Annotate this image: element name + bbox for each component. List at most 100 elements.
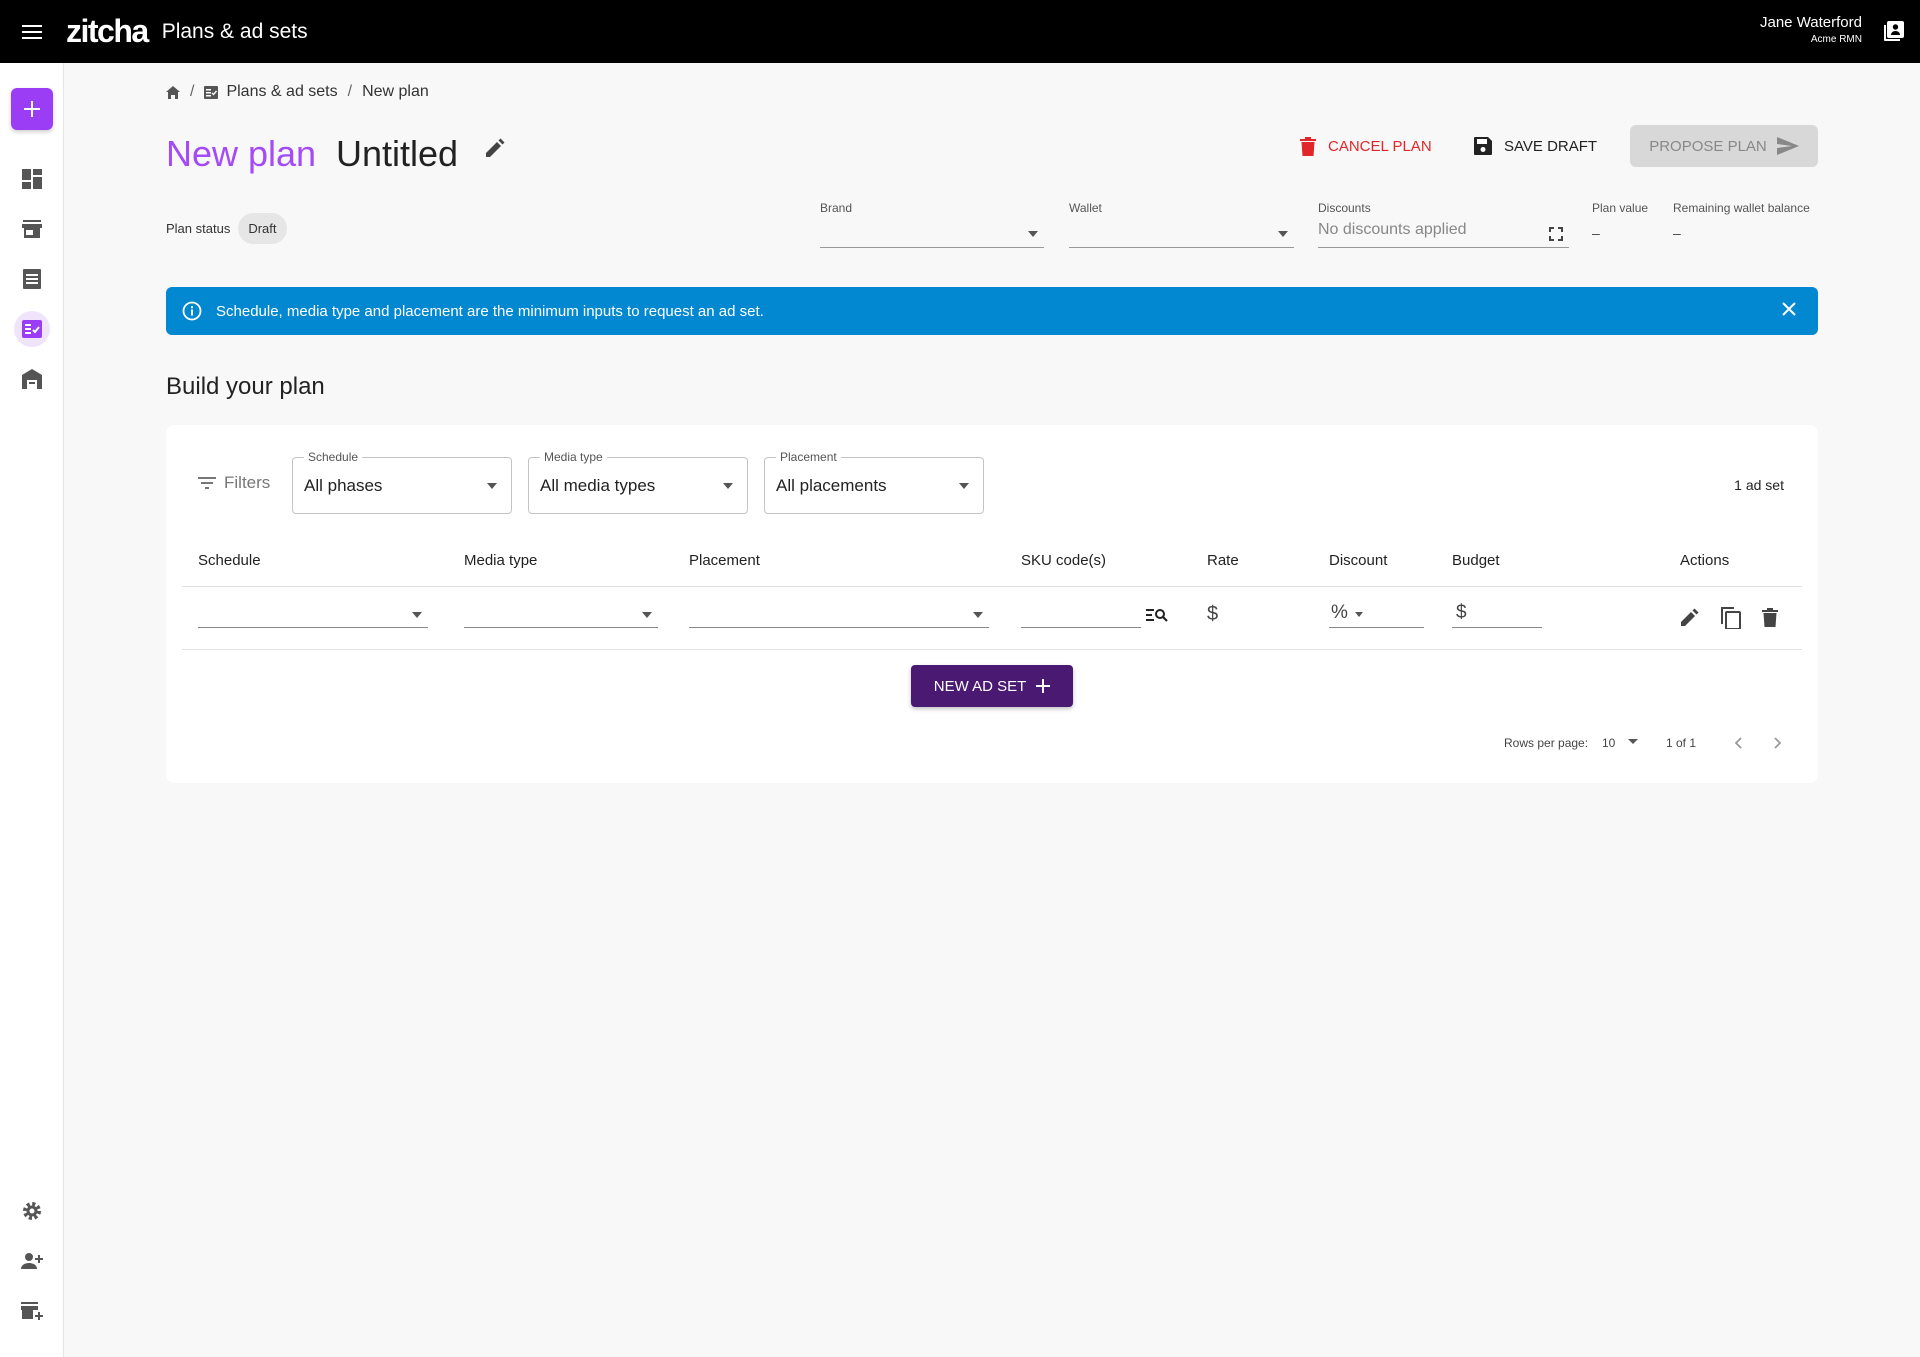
filter-icon	[198, 477, 216, 489]
alert-close-button[interactable]	[1782, 302, 1796, 320]
chevron-down-icon	[959, 483, 969, 489]
trash-icon	[1762, 608, 1778, 627]
cancel-plan-button[interactable]: CANCEL PLAN	[1300, 137, 1432, 156]
prev-page-button[interactable]	[1734, 737, 1742, 749]
user-org: Acme RMN	[1810, 34, 1862, 45]
sidebar-item-plans[interactable]	[14, 311, 50, 347]
chevron-down-icon	[1028, 231, 1038, 237]
budget-input[interactable]: $	[1452, 602, 1542, 628]
app-title: Plans & ad sets	[161, 19, 308, 43]
discount-type-select[interactable]: %	[1329, 602, 1424, 628]
discounts-field: Discounts No discounts applied	[1318, 201, 1569, 248]
placement-select[interactable]	[689, 602, 989, 628]
next-page-button[interactable]	[1774, 737, 1782, 749]
plan-builder-card: Filters Schedule All phases Media type A…	[166, 425, 1818, 783]
column-header-media-type: Media type	[464, 552, 538, 569]
brand-select[interactable]	[820, 221, 1044, 248]
duplicate-ad-set-button[interactable]	[1721, 607, 1741, 629]
column-header-placement: Placement	[689, 552, 760, 569]
user-name: Jane Waterford	[1760, 14, 1862, 31]
ad-set-count: 1 ad set	[1734, 477, 1784, 493]
sidebar-item-settings[interactable]	[18, 1197, 46, 1225]
column-header-budget: Budget	[1452, 552, 1500, 569]
column-header-actions: Actions	[1680, 552, 1730, 569]
wallet-label: Wallet	[1069, 201, 1102, 215]
schedule-filter[interactable]: Schedule All phases	[292, 450, 512, 514]
media-type-select[interactable]	[464, 602, 658, 628]
sidebar-item-add-store[interactable]	[18, 1297, 46, 1325]
sku-input[interactable]	[1021, 602, 1141, 628]
info-icon	[182, 301, 202, 321]
budget-currency-symbol: $	[1456, 602, 1467, 623]
media-type-filter[interactable]: Media type All media types	[528, 450, 748, 514]
plan-status-label: Plan status	[166, 221, 231, 236]
plan-value: –	[1592, 225, 1600, 241]
sku-search-button[interactable]	[1146, 607, 1168, 623]
media-type-filter-label: Media type	[540, 450, 607, 464]
user-info: Jane Waterford Acme RMN	[1760, 14, 1862, 45]
sidebar-item-warehouse[interactable]	[18, 365, 46, 393]
alert-message: Schedule, media type and placement are t…	[216, 302, 764, 320]
send-icon	[1776, 137, 1799, 155]
sidebar-item-dashboard[interactable]	[18, 165, 46, 193]
discounts-placeholder: No discounts applied	[1318, 221, 1467, 238]
cancel-plan-label: CANCEL PLAN	[1328, 138, 1432, 155]
chevron-down-icon	[973, 612, 983, 618]
sidebar-item-list[interactable]	[18, 265, 46, 293]
column-header-schedule: Schedule	[198, 552, 261, 569]
rows-per-page-value: 10	[1602, 736, 1616, 750]
save-draft-button[interactable]: SAVE DRAFT	[1474, 137, 1597, 155]
rate-currency-symbol: $	[1207, 603, 1219, 625]
edit-ad-set-button[interactable]	[1680, 607, 1700, 627]
add-user-icon	[21, 1253, 43, 1269]
discounts-input[interactable]: No discounts applied	[1318, 221, 1569, 248]
chevron-left-icon	[1734, 737, 1742, 749]
status-badge: Draft	[238, 213, 287, 244]
wallet-balance-value: –	[1673, 225, 1681, 241]
new-ad-set-label: NEW AD SET	[933, 677, 1027, 695]
sidebar	[0, 63, 64, 1357]
propose-plan-button[interactable]: PROPOSE PLAN	[1630, 125, 1818, 167]
sidebar-item-store[interactable]	[18, 215, 46, 243]
breadcrumb-home[interactable]	[166, 85, 180, 99]
plan-value-label: Plan value	[1592, 201, 1649, 215]
expand-icon[interactable]	[1549, 227, 1563, 241]
discount-percent-symbol: %	[1331, 602, 1348, 623]
trash-icon	[1300, 137, 1316, 156]
add-store-icon	[21, 1302, 43, 1320]
plan-name: Untitled	[336, 133, 459, 174]
delete-ad-set-button[interactable]	[1762, 608, 1778, 627]
save-icon	[1474, 137, 1492, 155]
sidebar-item-add-user[interactable]	[18, 1247, 46, 1275]
placement-filter-label: Placement	[776, 450, 841, 464]
pencil-icon	[1681, 608, 1699, 626]
info-alert: Schedule, media type and placement are t…	[166, 287, 1818, 335]
account-button[interactable]	[1882, 19, 1906, 48]
logo[interactable]: zitcha	[66, 13, 149, 50]
home-icon	[166, 85, 180, 99]
breadcrumb-separator: /	[190, 83, 195, 100]
wallet-select[interactable]	[1069, 221, 1294, 248]
placement-filter[interactable]: Placement All placements	[764, 450, 984, 514]
menu-button[interactable]	[0, 0, 64, 63]
title-row: New plan Untitled CANCEL PLAN SAVE DRAFT…	[166, 125, 1818, 185]
chevron-right-icon	[1774, 737, 1782, 749]
discounts-label: Discounts	[1318, 201, 1371, 215]
new-ad-set-button[interactable]: NEW AD SET	[911, 665, 1073, 707]
edit-plan-name-button[interactable]	[484, 137, 506, 164]
chevron-down-icon	[1355, 612, 1363, 617]
wallet-balance-stat: Remaining wallet balance –	[1673, 201, 1810, 241]
page-title: New plan	[166, 133, 317, 174]
wallet-balance-label: Remaining wallet balance	[1673, 201, 1810, 215]
top-bar: zitcha Plans & ad sets Jane Waterford Ac…	[0, 0, 1920, 63]
schedule-select[interactable]	[198, 602, 428, 628]
breadcrumb-plans[interactable]: Plans & ad sets	[204, 83, 338, 101]
media-type-filter-value: All media types	[540, 476, 656, 495]
gear-icon	[23, 1202, 41, 1220]
breadcrumb-current: New plan	[362, 83, 429, 100]
hamburger-icon	[22, 24, 42, 39]
sidebar-add-button[interactable]	[11, 88, 53, 130]
chevron-down-icon	[487, 483, 497, 489]
rows-per-page-select[interactable]: 10	[1602, 736, 1638, 750]
storefront-icon	[22, 220, 42, 238]
